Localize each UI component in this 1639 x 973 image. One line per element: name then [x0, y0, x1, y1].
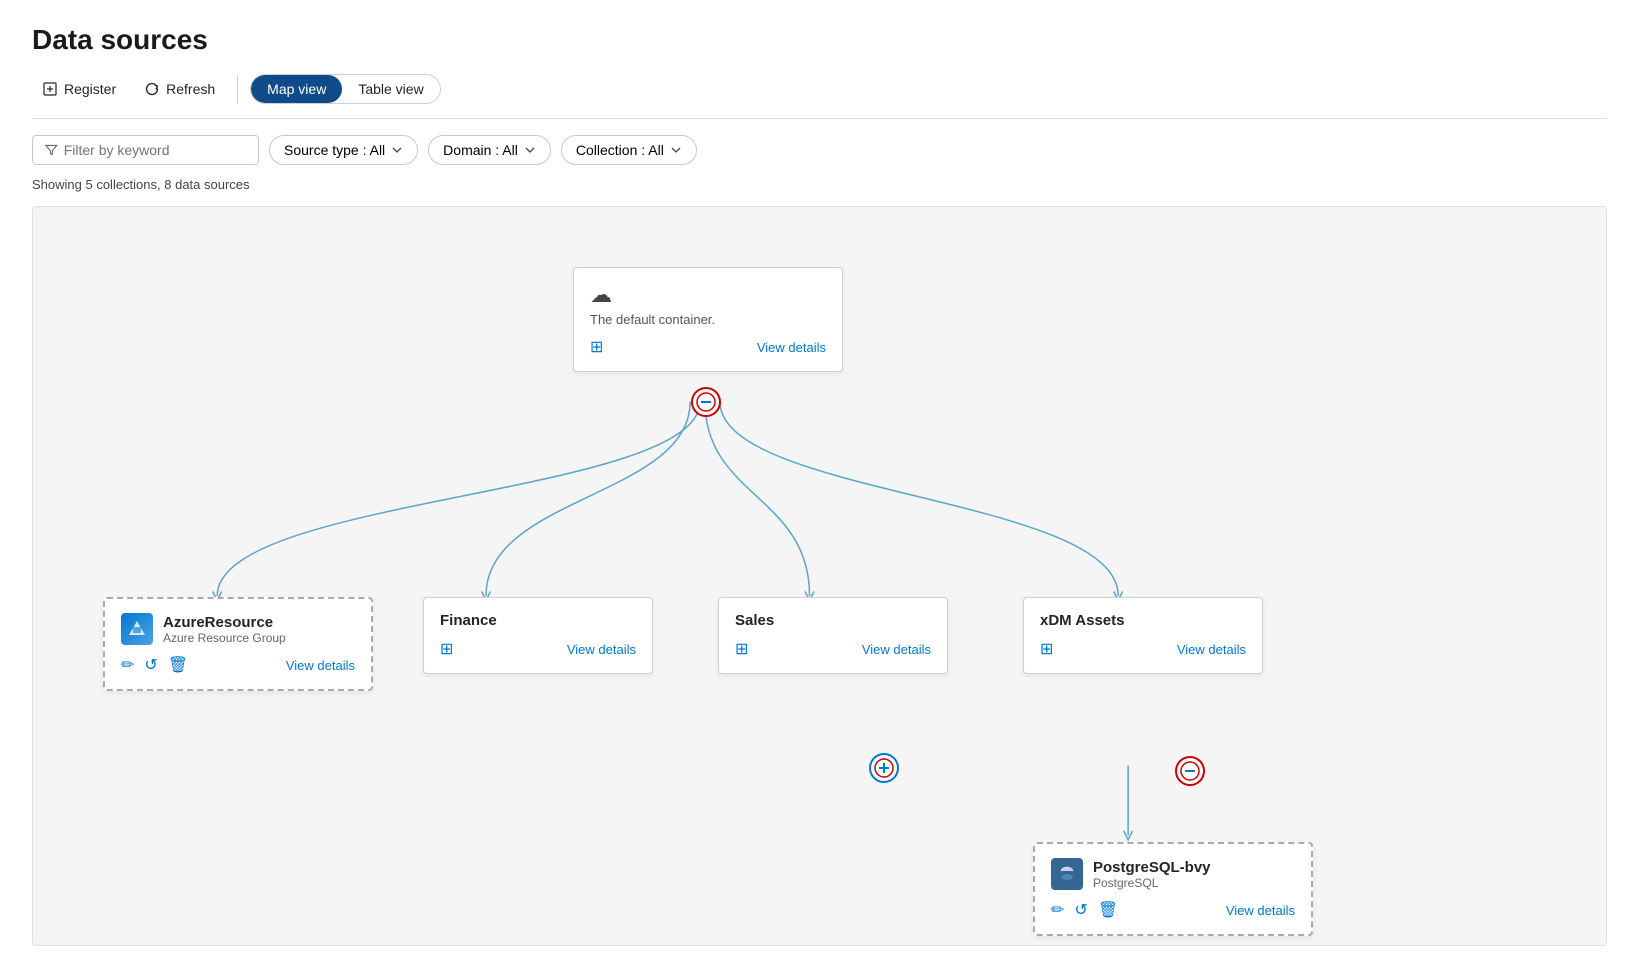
- sales-footer: ⊞ View details: [735, 639, 931, 659]
- azure-resource-icons: ✏ ↺ 🗑: [121, 655, 188, 675]
- results-text: Showing 5 collections, 8 data sources: [32, 177, 1607, 192]
- edit-button-pg[interactable]: ✏: [1051, 900, 1064, 920]
- postgresql-icons: ✏ ↺ 🗑: [1051, 900, 1118, 920]
- map-view-label: Map view: [267, 81, 326, 97]
- collapse-button-default[interactable]: [691, 387, 721, 417]
- map-canvas: ☁ The default container. ⊞ View details: [32, 206, 1607, 946]
- collection-filter[interactable]: Collection : All: [561, 135, 697, 165]
- sales-card: Sales ⊞ View details: [718, 597, 948, 674]
- azure-resource-actions: ✏ ↺ 🗑 View details: [121, 655, 355, 675]
- page-container: Data sources Register Refresh Map view T…: [0, 0, 1639, 970]
- postgresql-card: PostgreSQL-bvy PostgreSQL ✏ ↺ 🗑 View det…: [1033, 842, 1313, 936]
- page-title: Data sources: [32, 24, 1607, 56]
- collapse-button-xdm[interactable]: [1175, 756, 1205, 786]
- cloud-icon: ☁: [590, 282, 826, 308]
- domain-filter[interactable]: Domain : All: [428, 135, 551, 165]
- postgresql-header: PostgreSQL-bvy PostgreSQL: [1051, 858, 1295, 890]
- register-icon: [42, 81, 58, 97]
- table-icon-default: ⊞: [590, 337, 603, 357]
- plus-icon: [874, 758, 894, 778]
- filters-bar: Source type : All Domain : All Collectio…: [32, 135, 1607, 165]
- chevron-down-icon2: [524, 144, 536, 156]
- map-view-button[interactable]: Map view: [251, 75, 342, 103]
- default-container-footer: ⊞ View details: [590, 337, 826, 357]
- keyword-input[interactable]: [64, 142, 246, 158]
- refresh-label: Refresh: [166, 81, 215, 97]
- filter-icon: [45, 143, 58, 157]
- toolbar: Register Refresh Map view Table view: [32, 74, 1607, 119]
- sales-view-details[interactable]: View details: [862, 642, 931, 657]
- finance-view-details[interactable]: View details: [567, 642, 636, 657]
- refresh-button[interactable]: Refresh: [134, 75, 225, 103]
- sales-title: Sales: [735, 612, 931, 629]
- azure-resource-card: AzureResource Azure Resource Group ✏ ↺ 🗑…: [103, 597, 373, 691]
- finance-title: Finance: [440, 612, 636, 629]
- table-icon-sales: ⊞: [735, 639, 748, 659]
- postgresql-view-details[interactable]: View details: [1226, 903, 1295, 918]
- finance-card: Finance ⊞ View details: [423, 597, 653, 674]
- chevron-down-icon3: [670, 144, 682, 156]
- table-view-label: Table view: [358, 81, 423, 97]
- postgresql-name: PostgreSQL-bvy: [1093, 859, 1211, 876]
- xdm-assets-footer: ⊞ View details: [1040, 639, 1246, 659]
- chevron-down-icon: [391, 144, 403, 156]
- source-type-filter[interactable]: Source type : All: [269, 135, 418, 165]
- default-container-view-details[interactable]: View details: [757, 340, 826, 355]
- toolbar-divider: [237, 75, 238, 103]
- azure-resource-view-details[interactable]: View details: [286, 658, 355, 673]
- copy-button-pg[interactable]: ↺: [1074, 900, 1087, 920]
- azure-resource-name: AzureResource: [163, 614, 286, 631]
- collection-label: Collection : All: [576, 142, 664, 158]
- register-button[interactable]: Register: [32, 75, 126, 103]
- register-label: Register: [64, 81, 116, 97]
- xdm-assets-title: xDM Assets: [1040, 612, 1246, 629]
- domain-label: Domain : All: [443, 142, 518, 158]
- azure-resource-header: AzureResource Azure Resource Group: [121, 613, 355, 645]
- minus-icon: [696, 392, 716, 412]
- table-icon-xdm: ⊞: [1040, 639, 1053, 659]
- default-container-card: ☁ The default container. ⊞ View details: [573, 267, 843, 372]
- edit-button-azure[interactable]: ✏: [121, 655, 134, 675]
- xdm-assets-view-details[interactable]: View details: [1177, 642, 1246, 657]
- keyword-filter[interactable]: [32, 135, 259, 165]
- minus-icon-xdm: [1180, 761, 1200, 781]
- delete-button-azure[interactable]: 🗑: [168, 655, 188, 675]
- table-icon-finance: ⊞: [440, 639, 453, 659]
- finance-footer: ⊞ View details: [440, 639, 636, 659]
- default-container-subtitle: The default container.: [590, 312, 826, 327]
- view-toggle: Map view Table view: [250, 74, 441, 104]
- delete-button-pg[interactable]: 🗑: [1098, 900, 1118, 920]
- table-view-button[interactable]: Table view: [342, 75, 439, 103]
- xdm-assets-card: xDM Assets ⊞ View details: [1023, 597, 1263, 674]
- source-type-label: Source type : All: [284, 142, 385, 158]
- refresh-icon: [144, 81, 160, 97]
- azure-resource-type: Azure Resource Group: [163, 631, 286, 645]
- postgresql-type: PostgreSQL: [1093, 876, 1211, 890]
- pg-icon: [1051, 858, 1083, 890]
- expand-button-sales[interactable]: [869, 753, 899, 783]
- postgresql-actions: ✏ ↺ 🗑 View details: [1051, 900, 1295, 920]
- copy-button-azure[interactable]: ↺: [144, 655, 157, 675]
- azure-icon: [121, 613, 153, 645]
